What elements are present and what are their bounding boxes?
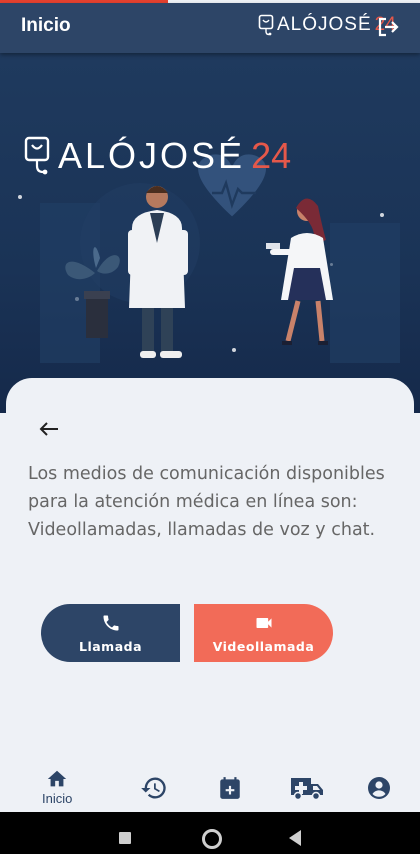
doctors-illustration [40,154,400,363]
recents-button[interactable] [119,832,131,844]
hero-banner: ALÓJOSÉ 24 [0,53,420,413]
stethoscope-logo-icon [258,14,274,36]
nav-label-home: Inicio [42,791,73,806]
call-button[interactable]: Llamada [41,604,180,662]
back-system-button[interactable] [289,830,301,846]
page-title: Inicio [21,15,71,36]
bottom-navigation: Inicio [0,760,420,812]
home-system-button[interactable] [202,829,222,849]
account-icon [368,777,390,799]
app-logo-large: ALÓJOSÉ 24 [24,135,291,177]
content-card: Los medios de comunicación disponibles p… [6,378,414,812]
history-icon [141,777,166,799]
logout-button[interactable] [376,15,400,43]
logo-word: ALÓJOSÉ [277,14,372,35]
nav-item-ambulance[interactable] [290,774,324,802]
app-screen: Inicio ALÓJOSÉ 24 ALÓJOSÉ 24 Los medios … [0,0,420,812]
nav-item-profile[interactable] [367,776,391,800]
ambulance-icon [291,778,323,801]
videocall-button-label: Videollamada [212,638,315,654]
nav-item-home[interactable]: Inicio [42,768,72,806]
description-text: Los medios de comunicación disponibles p… [28,464,385,540]
back-button[interactable] [38,418,60,440]
home-icon [48,770,67,787]
videocall-button[interactable]: Videollamada [194,604,333,662]
logout-icon [378,17,399,37]
videocam-icon [256,617,271,628]
medical-calendar-icon [220,777,240,799]
logo-number: 24 [251,135,292,176]
stethoscope-logo-icon [24,136,50,175]
logo-word: ALÓJOSÉ [58,135,246,176]
nav-item-history[interactable] [140,774,168,802]
nav-item-appointments[interactable] [217,774,243,802]
call-button-label: Llamada [78,638,143,654]
phone-icon [103,615,118,630]
app-bar: Inicio ALÓJOSÉ 24 [0,3,420,53]
